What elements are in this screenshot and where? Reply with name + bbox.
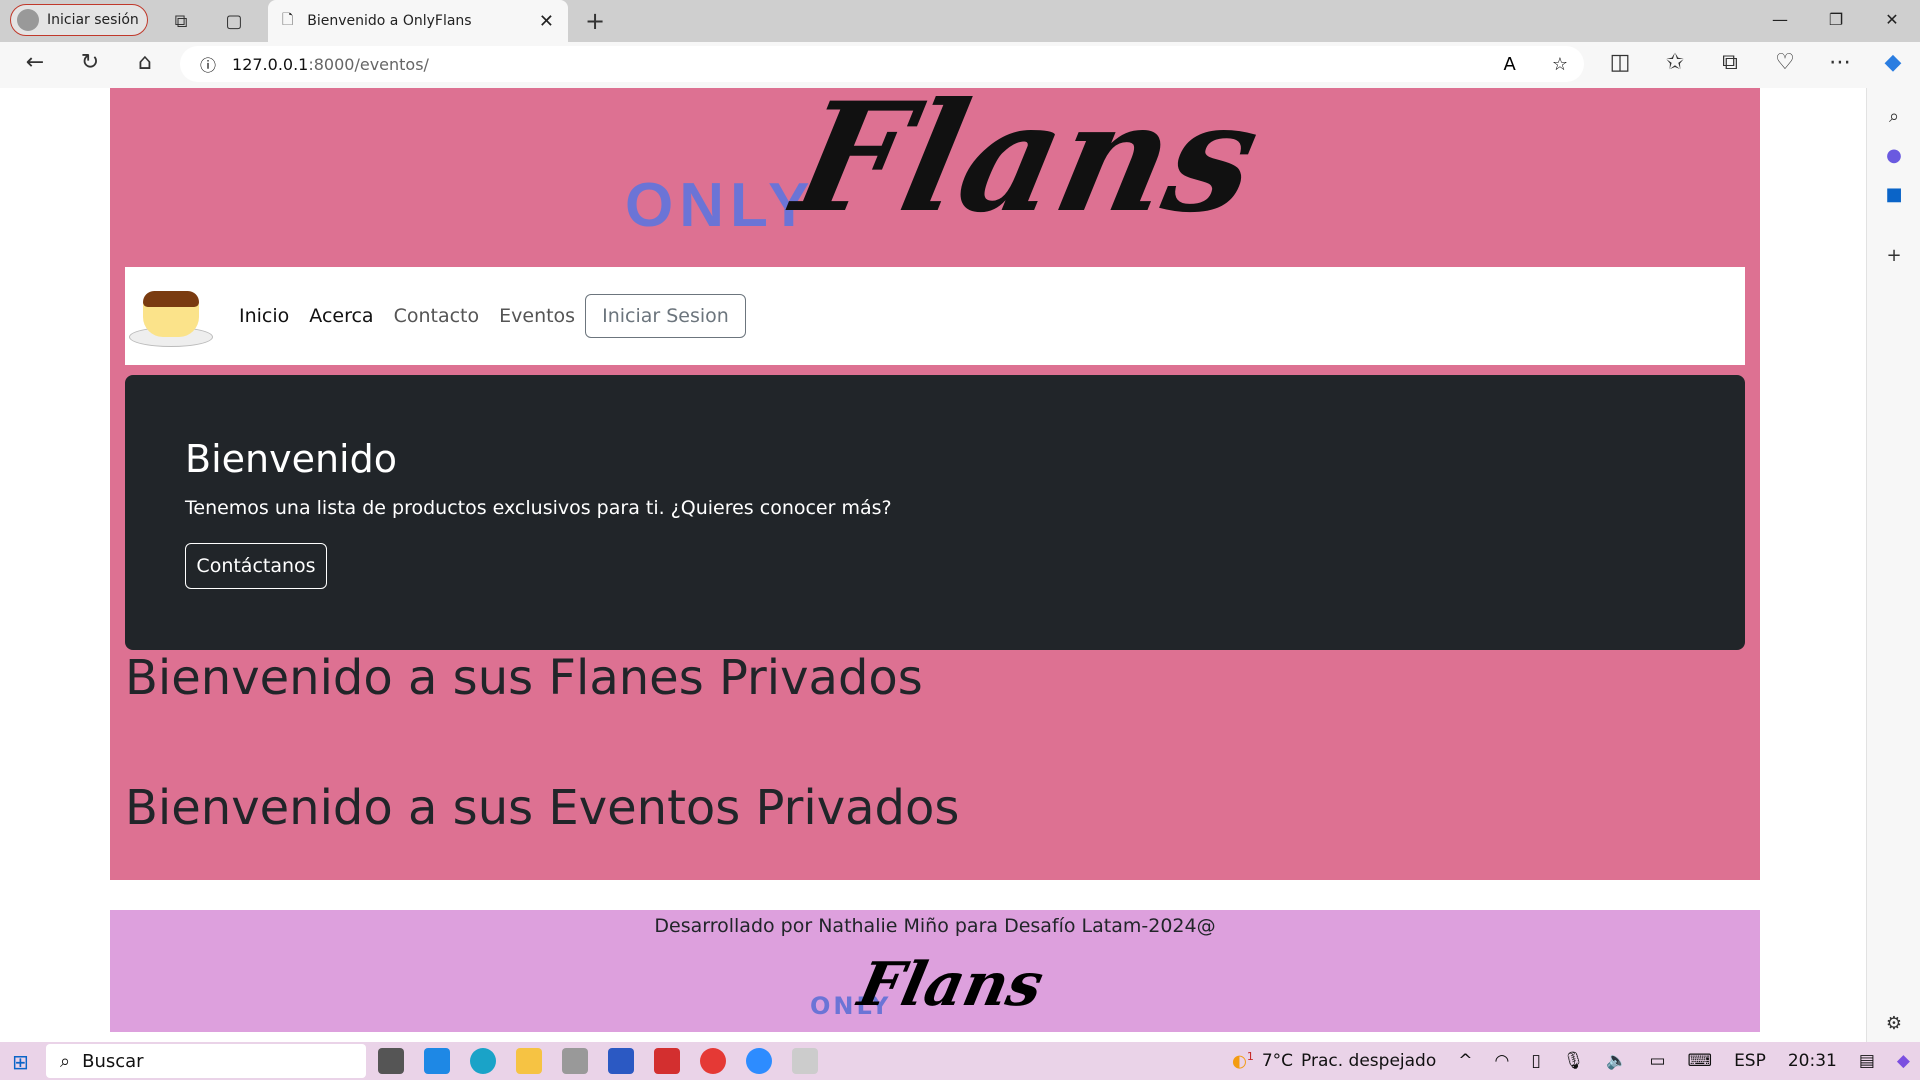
taskbar: ⊞ ⌕ Buscar ◐1 7°C Prac. despejado ^ ◠ ▯ 🎙… (0, 1042, 1920, 1080)
keyboard-icon[interactable]: ⌨ (1688, 1051, 1713, 1071)
contact-button[interactable]: Contáctanos (185, 543, 327, 589)
back-icon[interactable]: ← (20, 50, 50, 75)
collections-icon[interactable]: ⧉ (1715, 50, 1745, 75)
app-icon[interactable] (562, 1048, 588, 1074)
outlook-icon[interactable]: ■ (1867, 184, 1920, 205)
flan-logo-icon[interactable] (129, 285, 213, 347)
info-icon[interactable]: ⓘ (200, 52, 216, 76)
footer-text: Desarrollado por Nathalie Miño para Desa… (654, 915, 1216, 937)
tab-actions-icon[interactable]: ▢ (221, 8, 247, 34)
search-label: Buscar (82, 1050, 144, 1072)
weather-temp[interactable]: 7°C (1262, 1051, 1293, 1071)
nav-inicio[interactable]: Inicio (239, 305, 289, 327)
favorite-star-icon[interactable]: ☆ (1552, 54, 1568, 75)
jumbotron-text: Tenemos una lista de productos exclusivo… (185, 497, 892, 519)
footer: Desarrollado por Nathalie Miño para Desa… (110, 910, 1760, 1032)
acrobat-icon[interactable] (654, 1048, 680, 1074)
nav-contacto[interactable]: Contacto (394, 305, 480, 327)
notifications-icon[interactable]: ▤ (1859, 1051, 1875, 1071)
wifi-icon[interactable]: ◠ (1494, 1051, 1509, 1071)
nav-eventos[interactable]: Eventos (499, 305, 575, 327)
edge-icon[interactable] (470, 1048, 496, 1074)
footer-logo-flans: Flans (852, 950, 1050, 1020)
start-icon[interactable]: ⊞ (12, 1050, 29, 1074)
profile-label: Iniciar sesión (47, 12, 139, 28)
more-icon[interactable]: ⋯ (1825, 50, 1855, 75)
refresh-icon[interactable]: ↻ (75, 50, 105, 75)
nav-acerca[interactable]: Acerca (309, 305, 373, 327)
browser-essentials-icon[interactable]: ♡ (1770, 50, 1800, 75)
taskbar-search[interactable]: ⌕ Buscar (46, 1044, 366, 1078)
jumbotron-title: Bienvenido (185, 437, 397, 481)
url-path: :8000/eventos/ (308, 54, 429, 74)
settings-icon[interactable]: ⚙ (1867, 1013, 1920, 1034)
new-tab-icon[interactable]: + (582, 7, 608, 35)
search-icon: ⌕ (60, 1050, 71, 1072)
volume-icon[interactable]: 🔈 (1606, 1051, 1627, 1071)
tab-active[interactable]: 🗋 Bienvenido a OnlyFlans ✕ (268, 0, 568, 42)
chrome-icon[interactable] (700, 1048, 726, 1074)
home-icon[interactable]: ⌂ (130, 50, 160, 75)
task-view-icon[interactable] (378, 1048, 404, 1074)
paint-icon[interactable] (792, 1048, 818, 1074)
url-host: 127.0.0.1 (232, 54, 309, 74)
split-screen-icon[interactable]: ◫ (1605, 50, 1635, 75)
edge-sidebar: ⌕ ● ■ + ⚙ (1866, 88, 1920, 1042)
heading-flanes: Bienvenido a sus Flanes Privados (125, 650, 923, 706)
weather-desc[interactable]: Prac. despejado (1301, 1051, 1436, 1071)
copilot-icon[interactable]: ◆ (1878, 50, 1908, 75)
battery-icon[interactable]: ▭ (1649, 1051, 1665, 1071)
weather-icon[interactable]: ◐1 (1232, 1050, 1254, 1072)
weather-badge: 1 (1246, 1050, 1254, 1064)
read-aloud-icon[interactable]: A (1504, 54, 1516, 75)
camera-icon[interactable]: ▯ (1531, 1051, 1540, 1071)
window-controls: — ❐ ✕ (1752, 0, 1920, 42)
navbar: Inicio Acerca Contacto Eventos Iniciar S… (125, 267, 1745, 365)
profile-button[interactable]: Iniciar sesión (10, 4, 148, 36)
workspaces-icon[interactable]: ⧉ (168, 8, 194, 34)
avatar-icon (17, 9, 39, 31)
file-explorer-icon[interactable] (516, 1048, 542, 1074)
restore-icon[interactable]: ❐ (1808, 0, 1864, 42)
close-tab-icon[interactable]: ✕ (539, 11, 554, 32)
minimize-icon[interactable]: — (1752, 0, 1808, 42)
zoom-icon[interactable] (746, 1048, 772, 1074)
clock[interactable]: 20:31 (1788, 1051, 1837, 1071)
vscode-icon[interactable] (424, 1048, 450, 1074)
system-tray: ◐1 7°C Prac. despejado ^ ◠ ▯ 🎙 🔈 ▭ ⌨ ESP… (1232, 1042, 1910, 1080)
add-icon[interactable]: + (1867, 245, 1920, 266)
logo-flans: Flans (781, 70, 1273, 246)
tab-title: Bienvenido a OnlyFlans (307, 13, 472, 29)
heading-eventos: Bienvenido a sus Eventos Privados (125, 780, 960, 836)
login-button[interactable]: Iniciar Sesion (585, 294, 746, 338)
language[interactable]: ESP (1734, 1051, 1766, 1071)
search-icon[interactable]: ⌕ (1867, 106, 1920, 127)
store-icon[interactable] (608, 1048, 634, 1074)
chevron-up-icon[interactable]: ^ (1458, 1051, 1472, 1071)
mic-icon[interactable]: 🎙 (1563, 1051, 1585, 1071)
page-icon: 🗋 (282, 12, 294, 28)
copilot-app-icon[interactable]: ● (1867, 145, 1920, 166)
close-window-icon[interactable]: ✕ (1864, 0, 1920, 42)
tab-bar: Iniciar sesión ⧉ ▢ 🗋 Bienvenido a OnlyFla… (0, 0, 1920, 42)
copilot-taskbar-icon[interactable]: ◆ (1897, 1051, 1910, 1071)
jumbotron: Bienvenido Tenemos una lista de producto… (125, 375, 1745, 650)
favorites-icon[interactable]: ✩ (1660, 50, 1690, 75)
